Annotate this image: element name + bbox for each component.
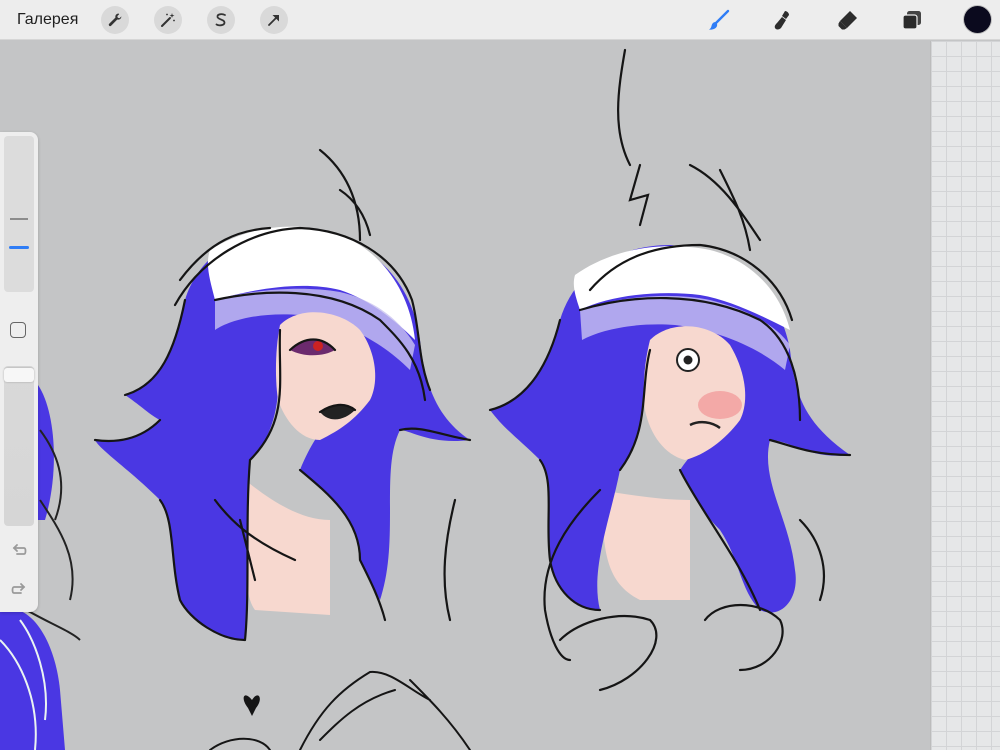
bottom-sketch [209, 670, 471, 750]
brush-size-knob[interactable] [9, 246, 29, 249]
slider-tick [10, 218, 28, 220]
redo-arrow-icon [11, 583, 26, 594]
modify-button[interactable] [10, 322, 26, 338]
adjustments-button[interactable] [154, 6, 182, 34]
eraser-tool-button[interactable] [834, 6, 862, 34]
gallery-button[interactable]: Галерея [17, 11, 78, 29]
reference-grid-panel [930, 41, 1000, 750]
smudge-tool-button[interactable] [769, 6, 797, 34]
selection-button[interactable] [207, 6, 235, 34]
color-picker-button[interactable] [964, 6, 991, 33]
brush-tool-button[interactable] [705, 6, 733, 34]
artwork [0, 48, 852, 750]
transform-button[interactable] [260, 6, 288, 34]
opacity-knob[interactable] [4, 368, 34, 382]
brush-sidebar [0, 132, 38, 612]
smudge-icon [774, 11, 789, 30]
layers-icon [902, 11, 921, 30]
undo-arrow-icon [12, 544, 27, 555]
eraser-icon [838, 11, 857, 30]
magic-wand-icon [161, 13, 175, 27]
brush-size-slider[interactable] [4, 136, 34, 292]
undo-button[interactable] [9, 540, 29, 560]
top-toolbar: Галерея [0, 0, 1000, 40]
transform-arrow-icon [268, 15, 279, 26]
drawing-canvas[interactable] [0, 41, 930, 750]
selection-s-icon [215, 13, 226, 27]
actions-button[interactable] [101, 6, 129, 34]
character-sketch-2 [443, 48, 852, 692]
redo-button[interactable] [9, 579, 29, 599]
brush-icon [709, 9, 730, 30]
character-sketch-1 [93, 148, 472, 642]
layers-tool-button[interactable] [898, 6, 926, 34]
opacity-slider[interactable] [4, 366, 34, 526]
wrench-icon [108, 13, 122, 27]
